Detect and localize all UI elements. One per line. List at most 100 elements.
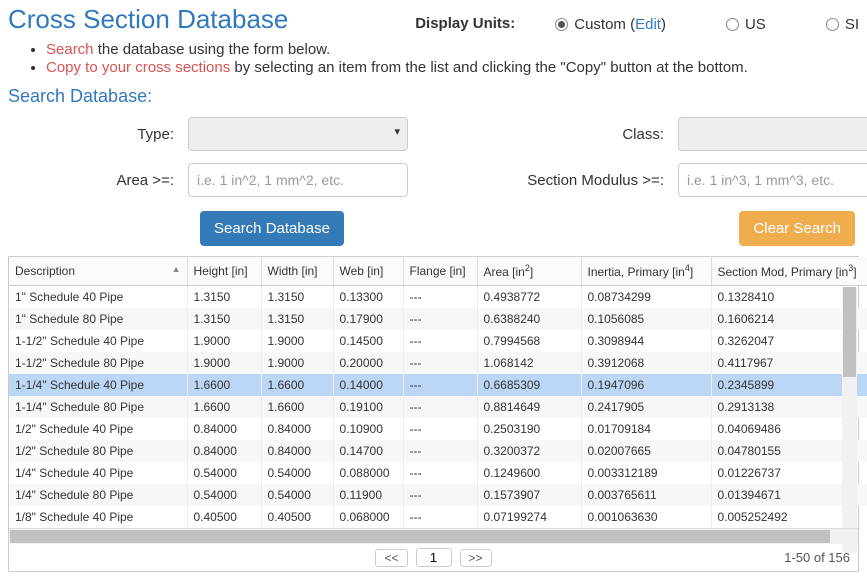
- table-cell: 0.1249600: [477, 462, 581, 484]
- class-select[interactable]: [678, 117, 867, 151]
- table-cell: 0.84000: [187, 418, 261, 440]
- table-cell: 0.068000: [333, 506, 403, 528]
- pager-prev-button[interactable]: <<: [375, 549, 407, 567]
- table-cell: ---: [403, 308, 477, 330]
- table-row[interactable]: 1-1/2" Schedule 40 Pipe1.90001.90000.145…: [9, 330, 867, 352]
- table-cell: ---: [403, 330, 477, 352]
- table-cell: 0.20000: [333, 352, 403, 374]
- table-cell: 1/4" Schedule 80 Pipe: [9, 484, 187, 506]
- table-cell: 1/8" Schedule 40 Pipe: [9, 506, 187, 528]
- table-row[interactable]: 1-1/4" Schedule 80 Pipe1.66001.66000.191…: [9, 396, 867, 418]
- col-web[interactable]: Web [in]: [333, 257, 403, 286]
- table-cell: 0.84000: [261, 440, 333, 462]
- vertical-scrollbar[interactable]: [842, 287, 857, 553]
- table-row[interactable]: 1/2" Schedule 40 Pipe0.840000.840000.109…: [9, 418, 867, 440]
- instructions-list: Search the database using the form below…: [8, 41, 859, 76]
- table-cell: 0.3912068: [581, 352, 711, 374]
- table-cell: 1.068142: [477, 352, 581, 374]
- table-row[interactable]: 1/4" Schedule 40 Pipe0.540000.540000.088…: [9, 462, 867, 484]
- table-cell: 1.6600: [261, 396, 333, 418]
- table-cell: 0.40500: [187, 506, 261, 528]
- units-edit-link[interactable]: Edit: [635, 16, 661, 33]
- radio-icon: [555, 18, 568, 31]
- table-cell: ---: [403, 506, 477, 528]
- table-header-row: Description▲ Height [in] Width [in] Web …: [9, 257, 867, 286]
- pager: << >> 1-50 of 156: [9, 544, 858, 571]
- table-row[interactable]: 1/2" Schedule 80 Pipe0.840000.840000.147…: [9, 440, 867, 462]
- table-cell: 0.2417905: [581, 396, 711, 418]
- table-row[interactable]: 1-1/2" Schedule 80 Pipe1.90001.90000.200…: [9, 352, 867, 374]
- col-description[interactable]: Description▲: [9, 257, 187, 286]
- col-inertia[interactable]: Inertia, Primary [in4]: [581, 257, 711, 286]
- table-cell: ---: [403, 440, 477, 462]
- radio-icon: [826, 18, 839, 31]
- area-label: Area >=:: [8, 172, 188, 189]
- type-select[interactable]: [188, 117, 408, 151]
- type-label: Type:: [8, 126, 188, 143]
- table-cell: 0.2503190: [477, 418, 581, 440]
- table-row[interactable]: 1" Schedule 80 Pipe1.31501.31500.17900--…: [9, 308, 867, 330]
- table-cell: ---: [403, 418, 477, 440]
- table-cell: ---: [403, 286, 477, 309]
- table-cell: 0.10900: [333, 418, 403, 440]
- table-cell: 0.1573907: [477, 484, 581, 506]
- table-cell: 0.54000: [187, 462, 261, 484]
- page-title: Cross Section Database: [8, 4, 288, 35]
- instruction-search: Search the database using the form below…: [46, 41, 859, 58]
- table-cell: 0.6685309: [477, 374, 581, 396]
- table-cell: 0.14700: [333, 440, 403, 462]
- table-cell: 1.9000: [261, 330, 333, 352]
- section-modulus-input[interactable]: [678, 163, 867, 197]
- table-cell: 0.8814649: [477, 396, 581, 418]
- col-width[interactable]: Width [in]: [261, 257, 333, 286]
- table-cell: 1.6600: [187, 374, 261, 396]
- table-cell: 0.19100: [333, 396, 403, 418]
- search-form: Type: Class: Area >=: Section Modulus >=…: [8, 117, 859, 197]
- table-cell: 1.6600: [261, 374, 333, 396]
- table-cell: 1-1/4" Schedule 40 Pipe: [9, 374, 187, 396]
- col-flange[interactable]: Flange [in]: [403, 257, 477, 286]
- table-cell: 1-1/2" Schedule 40 Pipe: [9, 330, 187, 352]
- table-cell: 1-1/4" Schedule 80 Pipe: [9, 396, 187, 418]
- table-cell: 0.08734299: [581, 286, 711, 309]
- search-database-button[interactable]: Search Database: [200, 211, 344, 246]
- table-cell: 1.3150: [261, 308, 333, 330]
- table-cell: 0.1056085: [581, 308, 711, 330]
- display-units-label: Display Units:: [415, 15, 515, 32]
- col-area[interactable]: Area [in2]: [477, 257, 581, 286]
- table-cell: 1.3150: [261, 286, 333, 309]
- table-row[interactable]: 1/4" Schedule 80 Pipe0.540000.540000.119…: [9, 484, 867, 506]
- instruction-copy: Copy to your cross sections by selecting…: [46, 59, 859, 76]
- table-cell: 0.40500: [261, 506, 333, 528]
- table-cell: 0.54000: [261, 462, 333, 484]
- scrollbar-thumb[interactable]: [10, 530, 830, 543]
- table-cell: 1.6600: [187, 396, 261, 418]
- table-cell: 0.54000: [187, 484, 261, 506]
- col-height[interactable]: Height [in]: [187, 257, 261, 286]
- table-row[interactable]: 1/8" Schedule 40 Pipe0.405000.405000.068…: [9, 506, 867, 528]
- table-cell: 1.9000: [261, 352, 333, 374]
- units-custom-radio[interactable]: Custom (Edit): [555, 16, 666, 33]
- scrollbar-thumb[interactable]: [843, 287, 856, 377]
- table-cell: 1.9000: [187, 330, 261, 352]
- table-cell: 1/2" Schedule 80 Pipe: [9, 440, 187, 462]
- clear-search-button[interactable]: Clear Search: [739, 211, 855, 246]
- table-cell: 0.14000: [333, 374, 403, 396]
- table-cell: 1/4" Schedule 40 Pipe: [9, 462, 187, 484]
- sort-asc-icon: ▲: [172, 264, 181, 274]
- table-cell: 1.9000: [187, 352, 261, 374]
- table-row[interactable]: 1-1/4" Schedule 40 Pipe1.66001.66000.140…: [9, 374, 867, 396]
- pager-next-button[interactable]: >>: [460, 549, 492, 567]
- table-cell: ---: [403, 396, 477, 418]
- table-cell: 0.3098944: [581, 330, 711, 352]
- area-input[interactable]: [188, 163, 408, 197]
- table-cell: 0.02007665: [581, 440, 711, 462]
- horizontal-scrollbar[interactable]: [9, 528, 858, 544]
- pager-page-input[interactable]: [416, 548, 452, 567]
- units-radio-group: Custom (Edit) US SI: [555, 16, 859, 33]
- table-cell: 1-1/2" Schedule 80 Pipe: [9, 352, 187, 374]
- col-section-mod[interactable]: Section Mod, Primary [in3]: [711, 257, 867, 286]
- units-si-radio[interactable]: SI: [826, 16, 859, 33]
- table-row[interactable]: 1" Schedule 40 Pipe1.31501.31500.13300--…: [9, 286, 867, 309]
- units-us-radio[interactable]: US: [726, 16, 766, 33]
